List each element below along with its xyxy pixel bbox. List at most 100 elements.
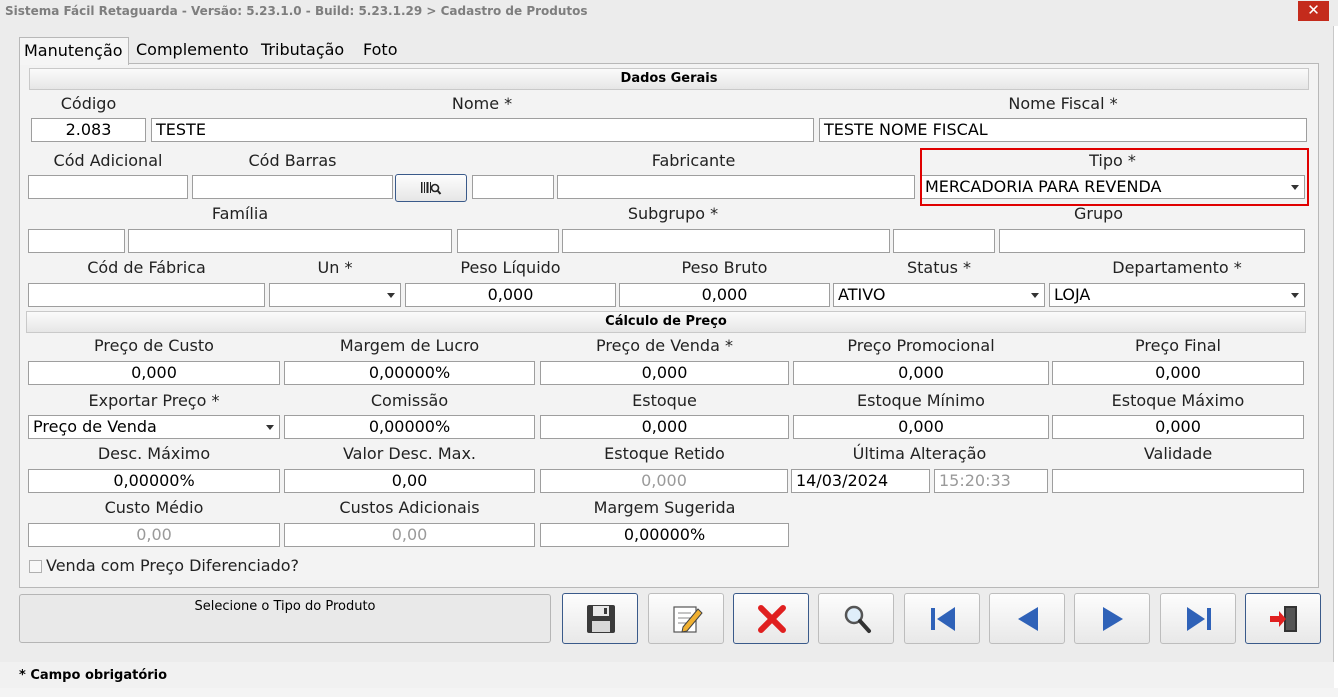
first-record-button[interactable]: [904, 593, 980, 644]
desc-maximo-field[interactable]: 0,00000%: [28, 469, 280, 493]
estoque-retido-field: 0,000: [540, 469, 788, 493]
edit-button[interactable]: [648, 593, 724, 644]
window-title: Sistema Fácil Retaguarda - Versão: 5.23.…: [5, 4, 588, 18]
status-select[interactable]: ATIVO: [833, 283, 1045, 307]
codigo-field[interactable]: 2.083: [31, 118, 146, 142]
tab-manutencao[interactable]: Manutenção: [19, 37, 129, 65]
cod-adicional-label: Cód Adicional: [53, 151, 163, 170]
previous-record-button[interactable]: [989, 593, 1065, 644]
preco-final-field[interactable]: 0,000: [1052, 361, 1304, 385]
fabricante-label: Fabricante: [651, 151, 736, 170]
cod-barras-field[interactable]: [192, 175, 393, 199]
preco-custo-field[interactable]: 0,000: [28, 361, 280, 385]
familia-field[interactable]: [128, 229, 452, 253]
nome-label: Nome *: [451, 94, 513, 113]
margem-lucro-label: Margem de Lucro: [339, 336, 480, 355]
un-select[interactable]: [269, 283, 401, 307]
margem-lucro-field[interactable]: 0,00000%: [284, 361, 535, 385]
peso-bruto-field[interactable]: 0,000: [619, 283, 830, 307]
estoque-minimo-field[interactable]: 0,000: [793, 415, 1049, 439]
chevron-down-icon: [1031, 293, 1039, 298]
fabricante-field[interactable]: [557, 175, 915, 199]
nome-fiscal-label: Nome Fiscal *: [1008, 94, 1118, 113]
fabricante-codigo-field[interactable]: [472, 175, 554, 199]
exportar-preco-value: Preço de Venda: [33, 417, 157, 436]
preco-promocional-label: Preço Promocional: [847, 336, 995, 355]
grupo-field[interactable]: [999, 229, 1305, 253]
codigo-label: Código: [60, 94, 117, 113]
tab-tributacao[interactable]: Tributação: [257, 37, 348, 63]
estoque-field[interactable]: 0,000: [540, 415, 789, 439]
cod-fabrica-field[interactable]: [28, 283, 265, 307]
barcode-search-button[interactable]: [395, 174, 467, 202]
chevron-down-icon: [1291, 293, 1299, 298]
next-record-button[interactable]: [1074, 593, 1150, 644]
exit-icon: [1270, 606, 1297, 632]
tab-foto[interactable]: Foto: [359, 37, 401, 63]
departamento-value: LOJA: [1054, 285, 1091, 304]
next-record-icon: [1103, 607, 1123, 631]
estoque-retido-label: Estoque Retido: [604, 444, 725, 463]
save-icon: [587, 605, 615, 633]
custo-medio-field: 0,00: [28, 523, 280, 547]
last-record-button[interactable]: [1160, 593, 1236, 644]
close-button[interactable]: ✕: [1298, 1, 1329, 21]
ultima-alteracao-label: Última Alteração: [852, 444, 987, 463]
preco-final-label: Preço Final: [1135, 336, 1221, 355]
familia-label: Família: [211, 204, 269, 223]
search-button[interactable]: [818, 593, 894, 644]
familia-codigo-field[interactable]: [28, 229, 125, 253]
preco-venda-field[interactable]: 0,000: [540, 361, 789, 385]
peso-liquido-field[interactable]: 0,000: [405, 283, 616, 307]
delete-icon: [758, 605, 786, 633]
delete-button[interactable]: [733, 593, 809, 644]
cod-adicional-field[interactable]: [28, 175, 188, 199]
un-label: Un *: [317, 258, 353, 277]
status-value: ATIVO: [838, 285, 886, 304]
preco-custo-label: Preço de Custo: [94, 336, 214, 355]
nome-fiscal-field[interactable]: TESTE NOME FISCAL: [819, 118, 1307, 142]
barcode-search-icon: [421, 182, 442, 195]
exit-button[interactable]: [1245, 593, 1321, 644]
first-record-icon: [931, 607, 955, 631]
validade-field[interactable]: [1052, 469, 1304, 493]
subgrupo-field[interactable]: [562, 229, 890, 253]
peso-liquido-label: Peso Líquido: [460, 258, 561, 277]
tab-complemento[interactable]: Complemento: [132, 37, 253, 63]
ultima-alteracao-data-field[interactable]: 14/03/2024: [791, 469, 930, 493]
estoque-minimo-label: Estoque Mínimo: [857, 391, 985, 410]
valor-desc-max-field[interactable]: 0,00: [284, 469, 535, 493]
custos-adicionais-field: 0,00: [284, 523, 535, 547]
ultima-alteracao-hora-field: 15:20:33: [934, 469, 1048, 493]
desc-maximo-label: Desc. Máximo: [97, 444, 211, 463]
cod-fabrica-label: Cód de Fábrica: [87, 258, 206, 277]
nome-field[interactable]: TESTE: [151, 118, 814, 142]
peso-bruto-label: Peso Bruto: [681, 258, 768, 277]
grupo-codigo-field[interactable]: [893, 229, 995, 253]
venda-preco-diferenciado-checkbox[interactable]: [29, 560, 42, 573]
exportar-preco-select[interactable]: Preço de Venda: [28, 415, 280, 439]
margem-sugerida-label: Margem Sugerida: [593, 498, 736, 517]
cod-barras-label: Cód Barras: [248, 151, 337, 170]
comissao-field[interactable]: 0,00000%: [284, 415, 535, 439]
exportar-preco-label: Exportar Preço *: [88, 391, 220, 410]
estoque-label: Estoque: [632, 391, 697, 410]
departamento-label: Departamento *: [1112, 258, 1242, 277]
grupo-label: Grupo: [1073, 204, 1124, 223]
chevron-down-icon: [266, 425, 274, 430]
venda-preco-diferenciado-label: Venda com Preço Diferenciado?: [46, 556, 300, 575]
custo-medio-label: Custo Médio: [104, 498, 204, 517]
preco-venda-label: Preço de Venda *: [596, 336, 733, 355]
subgrupo-label: Subgrupo *: [627, 204, 719, 223]
subgrupo-codigo-field[interactable]: [457, 229, 559, 253]
departamento-select[interactable]: LOJA: [1049, 283, 1305, 307]
footer-bar: [0, 662, 1334, 688]
save-button[interactable]: [562, 593, 638, 644]
required-field-note: * Campo obrigatório: [19, 668, 168, 683]
estoque-maximo-field[interactable]: 0,000: [1052, 415, 1304, 439]
margem-sugerida-field[interactable]: 0,00000%: [540, 523, 789, 547]
estoque-maximo-label: Estoque Máximo: [1111, 391, 1245, 410]
status-label: Status *: [906, 258, 972, 277]
preco-promocional-field[interactable]: 0,000: [793, 361, 1049, 385]
custos-adicionais-label: Custos Adicionais: [339, 498, 480, 517]
